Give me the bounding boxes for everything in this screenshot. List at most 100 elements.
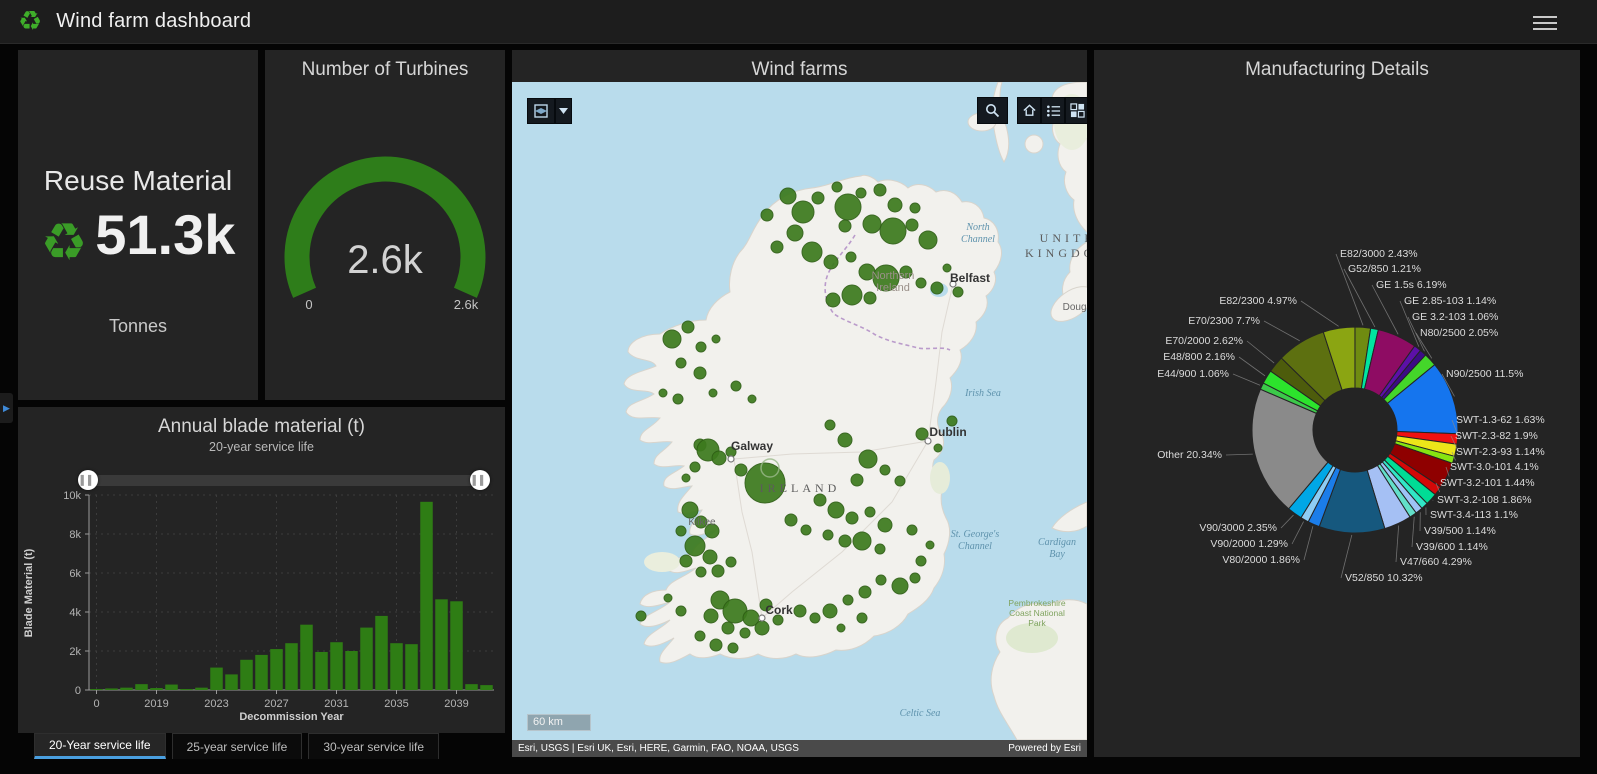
wind-farm-marker[interactable] — [760, 208, 774, 222]
wind-farm-marker[interactable] — [864, 506, 876, 518]
bar-2020[interactable] — [165, 684, 178, 690]
wind-farm-marker[interactable] — [852, 531, 872, 551]
wind-farm-marker[interactable] — [734, 463, 748, 477]
wind-farm-marker[interactable] — [838, 534, 852, 548]
wind-farm-marker[interactable] — [845, 251, 857, 263]
bar-2017[interactable] — [120, 687, 133, 690]
wind-farm-marker[interactable] — [827, 501, 845, 519]
tab-25-year-service-life[interactable]: 25-year service life — [171, 733, 303, 759]
wind-farm-marker[interactable] — [709, 638, 723, 652]
bar-2018[interactable] — [135, 684, 148, 690]
wind-farm-marker[interactable] — [930, 281, 944, 295]
wind-farm-marker[interactable] — [739, 627, 751, 639]
wind-farm-marker[interactable] — [675, 357, 687, 369]
map-basemap-gallery-button[interactable] — [1065, 97, 1087, 124]
wind-farm-marker[interactable] — [877, 517, 893, 533]
bar-2019[interactable] — [150, 688, 163, 690]
wind-farm-marker[interactable] — [891, 577, 909, 595]
wind-farm-marker[interactable] — [711, 450, 727, 466]
wind-farm-marker[interactable] — [858, 449, 878, 469]
wind-farm-marker[interactable] — [786, 224, 804, 242]
wind-farm-marker[interactable] — [858, 585, 872, 599]
wind-farm-marker[interactable] — [711, 334, 721, 344]
wind-farm-marker[interactable] — [793, 604, 807, 618]
bar-2029[interactable] — [300, 624, 313, 690]
bar-2031[interactable] — [330, 642, 343, 690]
wind-farm-marker[interactable] — [894, 475, 906, 487]
wind-farm-marker[interactable] — [845, 511, 859, 525]
wind-farm-marker[interactable] — [779, 187, 797, 205]
bar-2040[interactable] — [465, 684, 478, 690]
wind-farm-marker[interactable] — [684, 535, 706, 557]
wind-farm-marker[interactable] — [675, 605, 687, 617]
bar-2030[interactable] — [315, 651, 328, 690]
wind-farm-marker[interactable] — [730, 380, 742, 392]
wind-farm-marker[interactable] — [727, 642, 739, 654]
wind-farm-marker[interactable] — [824, 419, 836, 431]
wind-farm-marker[interactable] — [831, 181, 843, 193]
wind-farm-marker[interactable] — [711, 564, 725, 578]
bar-2041[interactable] — [480, 685, 493, 690]
wind-farm-marker[interactable] — [834, 193, 862, 221]
wind-farm-marker[interactable] — [915, 277, 927, 289]
wind-farm-marker[interactable] — [809, 612, 821, 624]
wind-farm-marker[interactable] — [855, 187, 867, 199]
wind-farm-marker[interactable] — [850, 473, 864, 487]
wind-farm-marker[interactable] — [952, 286, 964, 298]
bar-2037[interactable] — [420, 501, 433, 690]
basemap-caret-button[interactable] — [555, 98, 572, 124]
wind-farm-marker[interactable] — [838, 219, 852, 233]
hamburger-menu-button[interactable] — [1533, 12, 1557, 32]
basemap-layers-button[interactable] — [527, 98, 555, 124]
wind-farm-marker[interactable] — [635, 610, 647, 622]
wind-farm-marker[interactable] — [842, 594, 854, 606]
wind-farm-marker[interactable] — [879, 464, 891, 476]
wind-farm-marker[interactable] — [681, 320, 695, 334]
wind-farm-marker[interactable] — [801, 241, 823, 263]
wind-farm-marker[interactable] — [873, 183, 887, 197]
bar-2021[interactable] — [180, 689, 193, 691]
bar-2035[interactable] — [390, 643, 403, 690]
wind-farm-marker[interactable] — [679, 554, 693, 568]
bar-2036[interactable] — [405, 644, 418, 690]
slider-handle-right[interactable]: ▌▌ — [470, 470, 490, 490]
map-search-button[interactable] — [977, 97, 1008, 124]
bar-2022[interactable] — [195, 687, 208, 690]
wind-farm-marker[interactable] — [747, 394, 757, 404]
wind-farm-marker[interactable] — [811, 191, 825, 205]
bar-2028[interactable] — [285, 643, 298, 690]
year-range-slider[interactable]: ▌▌ ▌▌ — [78, 470, 490, 490]
wind-farm-marker[interactable] — [909, 572, 921, 584]
slider-handle-left[interactable]: ▌▌ — [78, 470, 98, 490]
bar-2026[interactable] — [255, 654, 268, 690]
wind-farm-marker[interactable] — [879, 217, 907, 245]
wind-farm-marker[interactable] — [837, 432, 853, 448]
expand-panel-handle[interactable]: ▶ — [0, 393, 13, 423]
bar-2032[interactable] — [345, 651, 358, 690]
bar-2027[interactable] — [270, 649, 283, 690]
map-legend-button[interactable] — [1041, 97, 1065, 124]
wind-farm-marker[interactable] — [856, 612, 868, 624]
wind-farm-marker[interactable] — [791, 200, 815, 224]
map-viewport[interactable]: NorthChannelUNITEDKINGDOMGlasgowNorthern… — [512, 82, 1087, 740]
wind-farm-marker[interactable] — [708, 388, 718, 398]
wind-farm-marker[interactable] — [721, 621, 735, 635]
wind-farm-marker[interactable] — [770, 240, 784, 254]
wind-farm-marker[interactable] — [887, 197, 903, 213]
wind-farm-marker[interactable] — [918, 230, 938, 250]
wind-farm-marker[interactable] — [823, 254, 839, 270]
wind-farm-marker[interactable] — [813, 493, 827, 507]
bar-2039[interactable] — [450, 601, 463, 690]
wind-farm-marker[interactable] — [863, 291, 877, 305]
wind-farm-marker[interactable] — [703, 608, 719, 624]
bar-2038[interactable] — [435, 599, 448, 690]
bar-2024[interactable] — [225, 674, 238, 690]
bar-2025[interactable] — [240, 659, 253, 690]
wind-farm-marker[interactable] — [672, 393, 684, 405]
wind-farm-marker[interactable] — [658, 388, 668, 398]
wind-farm-marker[interactable] — [905, 218, 919, 232]
wind-farm-marker[interactable] — [933, 443, 943, 453]
wind-farm-marker[interactable] — [725, 556, 737, 568]
wind-farm-marker[interactable] — [663, 593, 673, 603]
wind-farm-marker[interactable] — [754, 620, 770, 636]
